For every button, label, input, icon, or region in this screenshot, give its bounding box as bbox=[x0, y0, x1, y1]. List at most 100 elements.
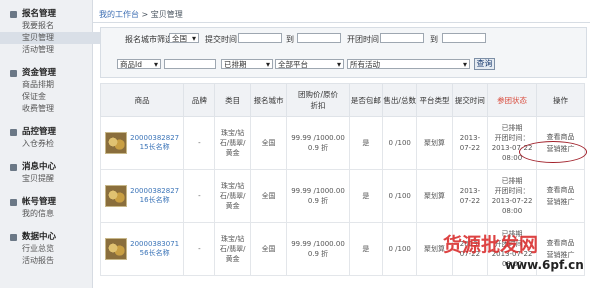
product-link[interactable]: 20000382827 15长名称 bbox=[130, 134, 179, 152]
submit-time-label: 提交时间 bbox=[205, 35, 237, 44]
submit-time-end-input[interactable] bbox=[297, 33, 341, 43]
product-thumbnail[interactable] bbox=[105, 132, 128, 154]
brand-cell: - bbox=[183, 222, 216, 276]
open-time-end-input[interactable] bbox=[442, 33, 486, 43]
product-cell: 20000383071 56长名称 bbox=[99, 222, 185, 276]
city-filter-label: 报名城市筛选 bbox=[125, 35, 173, 44]
city-cell: 全国 bbox=[249, 222, 288, 276]
category-cell: 珠宝/钻石/翡翠/黄金 bbox=[214, 169, 251, 223]
discount-value: 0.9 折 bbox=[307, 250, 329, 258]
section-icon bbox=[10, 164, 17, 171]
column-header: 参团状态 bbox=[487, 83, 538, 117]
submit-time-start-input[interactable] bbox=[238, 33, 282, 43]
sidebar-item[interactable]: 宝贝提醒 bbox=[10, 173, 102, 185]
divider bbox=[93, 22, 590, 23]
open-time-label: 开团时间 bbox=[347, 35, 379, 44]
open-time-start-input[interactable] bbox=[380, 33, 424, 43]
status-select[interactable]: 已排期 bbox=[221, 59, 273, 69]
sidebar-section-title: 帐号管理 bbox=[10, 196, 102, 208]
sidebar-item[interactable]: 宝贝管理 bbox=[0, 32, 102, 44]
section-icon bbox=[10, 70, 17, 77]
price-cell: 99.99 /1000.00 0.9 折 bbox=[286, 222, 350, 276]
discount-value: 0.9 折 bbox=[307, 197, 329, 205]
brand-cell: - bbox=[183, 116, 216, 170]
product-cell: 20000382827 16长名称 bbox=[99, 169, 185, 223]
watermark-url: www.6pf.cn bbox=[505, 258, 584, 272]
sidebar: 报名管理 我要报名 宝贝管理 活动管理资金管理 商品排期 保证金 收费管理品控管理 入仓券检消… bbox=[0, 0, 102, 288]
price-cell: 99.99 /1000.00 0.9 折 bbox=[286, 116, 350, 170]
sidebar-section: 数据中心 行业总览 活动报告 bbox=[0, 231, 102, 267]
breadcrumb: 我的工作台 > 宝贝管理 bbox=[99, 9, 183, 20]
sidebar-item[interactable]: 商品排期 bbox=[10, 79, 102, 91]
breadcrumb-sep: > bbox=[139, 10, 151, 19]
submit-time-cell: 2013-07-22 bbox=[451, 116, 489, 170]
column-header: 售出/总数 bbox=[382, 83, 418, 117]
promotion-link[interactable]: 营销推广 bbox=[537, 196, 584, 208]
operation-cell: 查看商品 营销推广 bbox=[536, 169, 585, 223]
price-cell: 99.99 /1000.00 0.9 折 bbox=[286, 169, 350, 223]
to-label-2: 到 bbox=[430, 35, 438, 44]
city-select-value: 全国 bbox=[172, 34, 187, 43]
column-header: 操作 bbox=[536, 83, 585, 117]
product-link[interactable]: 20000382827 16长名称 bbox=[130, 187, 179, 205]
product-id-select-value: 商品Id bbox=[120, 60, 142, 69]
platform-cell: 聚划算 bbox=[416, 169, 453, 223]
product-id: 20000382827 bbox=[130, 187, 180, 195]
sidebar-section-label: 资金管理 bbox=[22, 68, 57, 78]
product-id-select[interactable]: 商品Id bbox=[117, 59, 161, 69]
table-row: 20000382827 16长名称 - 珠宝/钻石/翡翠/黄金 全国 99.99 /100… bbox=[99, 169, 585, 223]
activity-select-value: 所有活动 bbox=[350, 60, 380, 69]
sidebar-item[interactable]: 保证金 bbox=[10, 91, 102, 103]
sidebar-section-label: 报名管理 bbox=[22, 9, 57, 19]
watermark-text: 货源批发网 bbox=[443, 234, 539, 256]
product-link[interactable]: 20000383071 56长名称 bbox=[130, 240, 179, 258]
sidebar-item[interactable]: 入仓券检 bbox=[10, 138, 102, 150]
product-id: 20000383071 bbox=[130, 240, 180, 248]
status-badge: 已排期 bbox=[501, 177, 523, 185]
product-thumbnail[interactable] bbox=[105, 238, 128, 260]
status-select-value: 已排期 bbox=[224, 60, 247, 69]
sidebar-section-title: 资金管理 bbox=[10, 67, 102, 79]
sidebar-item[interactable]: 我的信息 bbox=[10, 208, 102, 220]
sold-cell: 0 /100 bbox=[382, 169, 418, 223]
sidebar-section: 消息中心 宝贝提醒 bbox=[0, 161, 102, 185]
city-cell: 全国 bbox=[249, 169, 288, 223]
sidebar-item[interactable]: 活动管理 bbox=[10, 44, 102, 56]
column-header: 平台类型 bbox=[416, 83, 453, 117]
price-value: 99.99 /1000.00 bbox=[291, 134, 345, 142]
column-header: 团购价/原价 折扣 bbox=[286, 83, 350, 117]
section-icon bbox=[10, 11, 17, 18]
section-icon bbox=[10, 234, 17, 241]
city-select[interactable]: 全国 bbox=[169, 33, 199, 43]
category-cell: 珠宝/钻石/翡翠/黄金 bbox=[214, 222, 251, 276]
breadcrumb-current: 宝贝管理 bbox=[150, 10, 183, 19]
city-cell: 全国 bbox=[249, 116, 288, 170]
sold-cell: 0 /100 bbox=[382, 222, 418, 276]
breadcrumb-link[interactable]: 我的工作台 bbox=[99, 10, 139, 19]
filter-panel: 报名城市筛选 全国 提交时间 到 开团时间 到 商品Id 已排期 全部平台 所有… bbox=[100, 27, 587, 78]
shipping-cell: 是 bbox=[348, 169, 384, 223]
price-value: 99.99 /1000.00 bbox=[291, 187, 345, 195]
product-thumbnail[interactable] bbox=[105, 185, 128, 207]
query-button[interactable]: 查询 bbox=[474, 58, 495, 70]
sidebar-section-label: 数据中心 bbox=[22, 232, 57, 242]
category-cell: 珠宝/钻石/翡翠/黄金 bbox=[214, 116, 251, 170]
sidebar-item[interactable]: 收费管理 bbox=[10, 103, 102, 115]
platform-select[interactable]: 全部平台 bbox=[275, 59, 344, 69]
sidebar-section-title: 消息中心 bbox=[10, 161, 102, 173]
brand-cell: - bbox=[183, 169, 216, 223]
product-id-input[interactable] bbox=[164, 59, 216, 69]
sidebar-section-title: 数据中心 bbox=[10, 231, 102, 243]
column-header: 提交时间 bbox=[451, 83, 489, 117]
view-product-link[interactable]: 查看商品 bbox=[537, 237, 584, 249]
highlight-circle bbox=[519, 141, 587, 163]
sidebar-item[interactable]: 活动报告 bbox=[10, 255, 102, 267]
sidebar-item[interactable]: 我要报名 bbox=[10, 20, 102, 32]
product-name: 56长名称 bbox=[139, 249, 170, 257]
view-product-link[interactable]: 查看商品 bbox=[537, 184, 584, 196]
sidebar-section: 报名管理 我要报名 宝贝管理 活动管理 bbox=[0, 8, 102, 56]
activity-select[interactable]: 所有活动 bbox=[347, 59, 470, 69]
sidebar-item[interactable]: 行业总览 bbox=[10, 243, 102, 255]
sidebar-section-label: 品控管理 bbox=[22, 127, 57, 137]
platform-select-value: 全部平台 bbox=[278, 60, 308, 69]
